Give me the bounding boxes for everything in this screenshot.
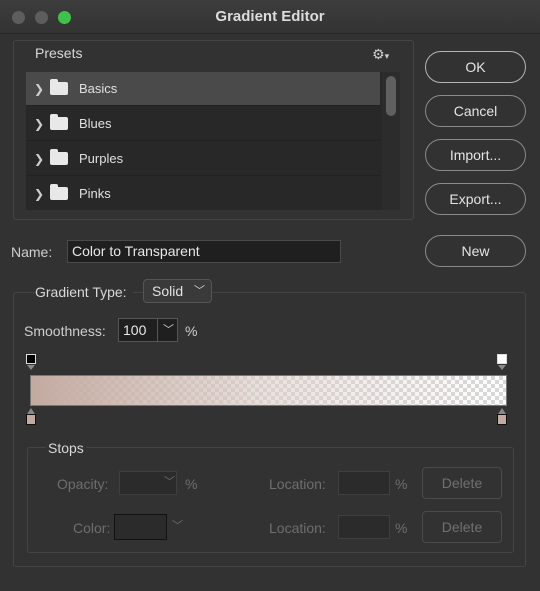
opacity-stop-right[interactable] (497, 354, 507, 370)
smoothness-percent: % (185, 323, 198, 339)
delete-color-stop-button[interactable]: Delete (422, 511, 502, 543)
ok-button[interactable]: OK (425, 51, 526, 83)
gradient-editor-window: Gradient Editor Presets ⚙▾ ❯ Basics ❯ Bl… (0, 0, 540, 591)
color-swatch[interactable] (114, 514, 167, 540)
color-location-input[interactable] (338, 515, 390, 539)
preset-folder-blues[interactable]: ❯ Blues (26, 107, 380, 141)
presets-scroll-thumb[interactable] (386, 76, 396, 116)
preset-folder-purples[interactable]: ❯ Purples (26, 142, 380, 176)
stops-label: Stops (46, 440, 86, 456)
folder-icon (50, 149, 68, 165)
color-label: Color: (73, 520, 111, 536)
presets-list: ❯ Basics ❯ Blues ❯ Purples ❯ Pinks (26, 72, 400, 210)
color-location-percent: % (395, 520, 408, 536)
opacity-location-input[interactable] (338, 471, 390, 495)
preset-folder-basics[interactable]: ❯ Basics (26, 72, 380, 106)
folder-icon (50, 184, 68, 200)
gradient-type-dropdown[interactable]: Solid ﹀ (143, 279, 212, 303)
preset-folder-pinks[interactable]: ❯ Pinks (26, 177, 380, 210)
color-location-label: Location: (269, 520, 326, 536)
chevron-right-icon[interactable]: ❯ (34, 117, 50, 131)
gear-icon[interactable]: ⚙▾ (372, 46, 389, 63)
preset-folder-label: Purples (79, 151, 124, 166)
chevron-down-icon[interactable]: ﹀ (163, 319, 174, 341)
chevron-down-icon[interactable]: ﹀ (172, 517, 183, 533)
window-title: Gradient Editor (215, 8, 325, 25)
chevron-right-icon[interactable]: ❯ (34, 82, 50, 96)
delete-opacity-stop-button[interactable]: Delete (422, 467, 502, 499)
opacity-label: Opacity: (57, 476, 109, 492)
opacity-stop-left[interactable] (26, 354, 36, 370)
gradient-preview-bar[interactable] (30, 375, 507, 406)
title-bar: Gradient Editor (0, 0, 540, 34)
presets-label: Presets (35, 45, 83, 61)
preset-folder-label: Blues (79, 116, 112, 131)
opacity-location-label: Location: (269, 476, 326, 492)
color-stop-right[interactable] (497, 408, 507, 425)
gradient-type-label: Gradient Type: (35, 284, 133, 300)
opacity-percent: % (185, 476, 198, 492)
name-label: Name: (11, 244, 53, 260)
chevron-down-icon[interactable]: ﹀ (164, 473, 175, 489)
color-stop-left[interactable] (26, 408, 36, 425)
folder-icon (50, 79, 68, 95)
smoothness-label: Smoothness: (24, 323, 106, 339)
chevron-down-icon: ﹀ (194, 285, 205, 297)
gradient-type-value: Solid (152, 283, 184, 299)
preset-folder-label: Pinks (79, 186, 111, 201)
import-button[interactable]: Import... (425, 139, 526, 171)
export-button[interactable]: Export... (425, 183, 526, 215)
folder-icon (50, 114, 68, 130)
name-field[interactable]: Color to Transparent (67, 240, 341, 263)
opacity-location-percent: % (395, 476, 408, 492)
new-button[interactable]: New (425, 235, 526, 267)
preset-folder-label: Basics (79, 81, 118, 96)
cancel-button[interactable]: Cancel (425, 95, 526, 127)
chevron-right-icon[interactable]: ❯ (34, 152, 50, 166)
chevron-right-icon[interactable]: ❯ (34, 187, 50, 201)
smoothness-divider (157, 318, 158, 342)
